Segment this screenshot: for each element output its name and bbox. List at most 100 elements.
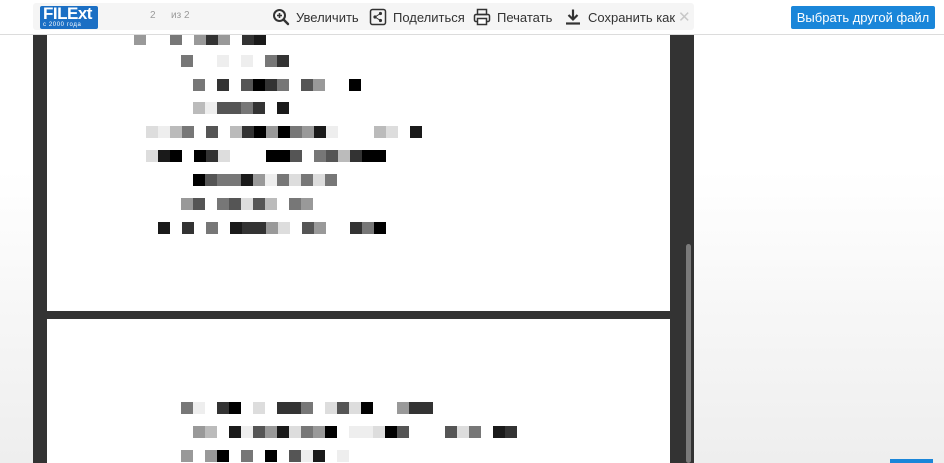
pixelated-text-block [230,222,242,234]
zoom-in-button[interactable]: Увеличить [272,7,359,27]
pixelated-text-block [397,402,409,414]
pixelated-text-block [205,426,217,438]
pixelated-text-block [326,150,338,162]
pixelated-text-block [265,426,277,438]
pixelated-text-block [242,222,254,234]
print-button[interactable]: Печатать [473,7,552,27]
pixelated-text-block [229,174,241,186]
pixelated-text-block [374,222,386,234]
pixelated-text-block [277,79,289,91]
pixelated-text-block [170,126,182,138]
filext-logo[interactable]: FILExt с 2000 года [40,5,98,29]
pixelated-text-block [229,402,241,414]
pixelated-text-block [241,426,253,438]
page-number[interactable]: 2 [150,10,156,21]
pixelated-text-block [302,222,314,234]
choose-another-file-button[interactable]: Выбрать другой файл [791,6,935,29]
pixelated-text-block [277,55,289,67]
pixelated-text-block [217,450,229,462]
pixelated-text-block [241,55,253,67]
pixelated-text-block [253,426,265,438]
pixelated-text-block [217,79,229,91]
pixelated-text-block [313,426,325,438]
pixelated-text-block [182,222,194,234]
pixelated-text-block [350,150,362,162]
pixelated-text-block [349,402,361,414]
pixelated-text-block [158,222,170,234]
pixelated-text-block [409,402,421,414]
pixelated-text-block [374,126,386,138]
pixelated-text-block [253,402,265,414]
pixelated-text-block [313,450,325,462]
pixelated-text-block [290,126,302,138]
share-icon [369,8,387,26]
share-button[interactable]: Поделиться [369,7,465,27]
pixelated-text-block [445,426,457,438]
pixelated-text-block [206,222,218,234]
pixelated-text-block [229,198,241,210]
pixelated-text-block [290,150,302,162]
pixelated-text-block [253,79,265,91]
pixelated-text-block [205,174,217,186]
pixelated-text-block [361,426,373,438]
pixelated-text-block [314,150,326,162]
pixelated-text-block [314,222,326,234]
pixelated-text-block [254,222,266,234]
pixelated-text-block [301,426,313,438]
vertical-scrollbar[interactable] [686,244,691,463]
pixelated-text-block [349,426,361,438]
pixelated-text-block [386,126,398,138]
pixelated-text-block [457,426,469,438]
pixelated-text-block [194,150,206,162]
printer-icon [473,8,491,26]
pixelated-text-block [242,126,254,138]
pixelated-text-block [193,402,205,414]
pixelated-text-block [229,102,241,114]
pixelated-text-block [289,426,301,438]
pixelated-text-block [373,426,385,438]
pixelated-text-block [241,174,253,186]
pixelated-text-block [170,150,182,162]
pixelated-text-block [193,426,205,438]
download-icon [564,8,582,26]
document-viewer [33,30,694,463]
pixelated-text-block [302,126,314,138]
zoom-in-icon [272,8,290,26]
pixelated-text-block [241,102,253,114]
pixelated-text-block [301,79,313,91]
zoom-in-label: Увеличить [296,9,359,25]
logo-subtitle: с 2000 года [43,22,82,28]
pixelated-text-block [217,174,229,186]
pixelated-text-block [289,450,301,462]
pixelated-text-block [205,450,217,462]
pixelated-text-block [146,126,158,138]
pixelated-text-block [325,402,337,414]
page-total: из 2 [171,10,190,21]
pixelated-text-block [385,426,397,438]
pixelated-text-block [241,450,253,462]
pixelated-text-block [337,402,349,414]
share-label: Поделиться [393,9,465,25]
pixelated-text-block [313,174,325,186]
pixelated-text-block [278,150,290,162]
pixelated-text-block [265,55,277,67]
pixelated-text-block [266,222,278,234]
pixelated-text-block [277,402,289,414]
pixelated-text-block [253,102,265,114]
print-label: Печатать [497,9,553,25]
pixelated-text-block [325,426,337,438]
pixelated-text-block [265,79,277,91]
pixelated-text-block [181,198,193,210]
save-as-button[interactable]: Сохранить как [564,7,675,27]
pixelated-text-block [361,402,373,414]
pixelated-text-block [158,150,170,162]
pixelated-text-block [217,102,229,114]
pixelated-text-block [289,198,301,210]
close-viewer-icon[interactable]: ✕ [678,8,691,26]
pixelated-text-block [254,126,266,138]
pixelated-text-block [362,150,374,162]
pixelated-text-block [289,174,301,186]
pixelated-text-block [325,174,337,186]
pixelated-text-block [337,450,349,462]
pixelated-text-block [362,222,374,234]
